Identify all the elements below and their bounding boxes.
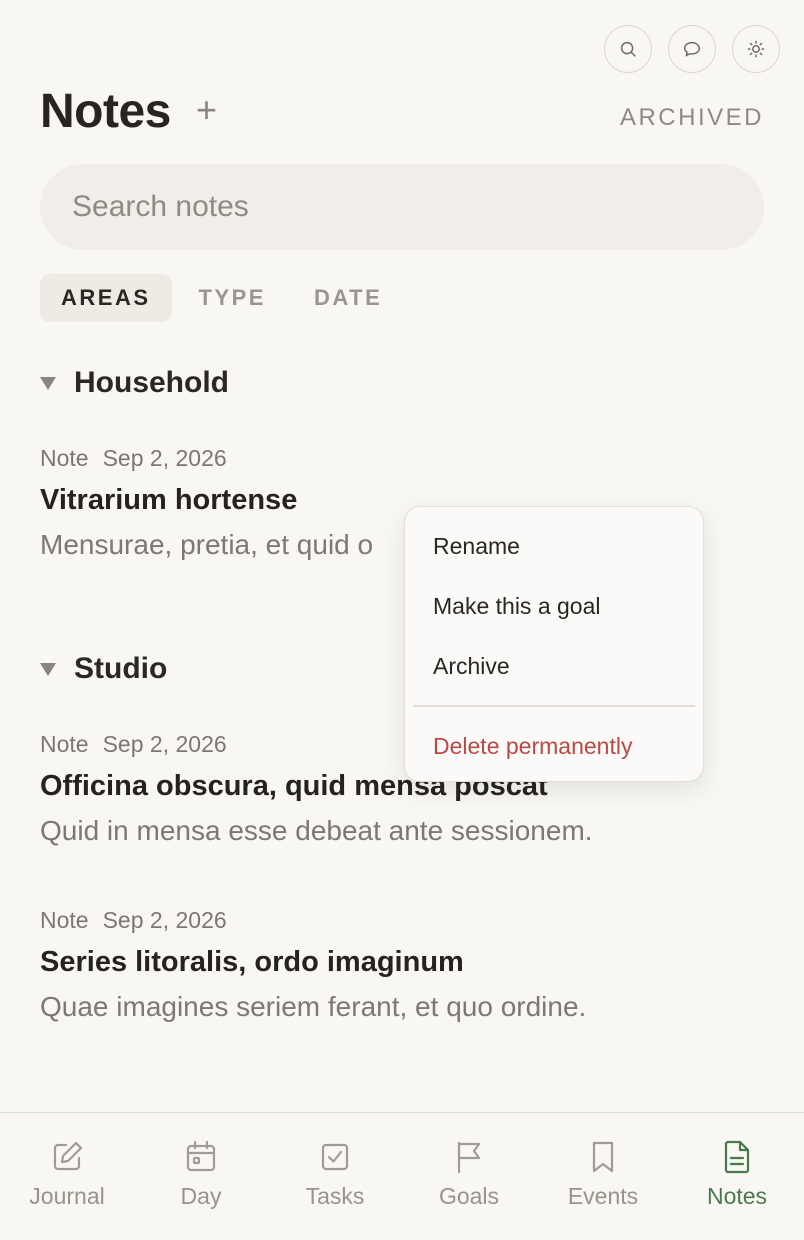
- menu-item-rename[interactable]: Rename: [433, 533, 520, 560]
- note-date: Sep 2, 2026: [102, 445, 227, 471]
- menu-item-delete[interactable]: Delete permanently: [433, 733, 632, 760]
- nav-label: Tasks: [305, 1183, 365, 1209]
- nav-label: Journal: [29, 1183, 105, 1209]
- collapse-triangle-icon: [40, 376, 56, 390]
- add-note-button[interactable]: +: [196, 90, 217, 130]
- calendar-icon: [186, 1140, 216, 1172]
- tab-date[interactable]: DATE: [293, 274, 403, 322]
- note-type: Note: [40, 731, 89, 757]
- nav-label: Events: [567, 1183, 639, 1209]
- menu-divider: [413, 705, 695, 707]
- pencil-square-icon: [53, 1141, 83, 1171]
- section-header-studio[interactable]: Studio: [40, 652, 167, 686]
- search-button[interactable]: [604, 25, 652, 73]
- nav-label: Goals: [438, 1183, 500, 1209]
- nav-label: Notes: [706, 1183, 768, 1209]
- page-header: Notes + ARCHIVED: [40, 84, 764, 144]
- nav-tasks[interactable]: Tasks: [268, 1113, 402, 1240]
- nav-goals[interactable]: Goals: [402, 1113, 536, 1240]
- theme-toggle-button[interactable]: [732, 25, 780, 73]
- menu-item-make-goal[interactable]: Make this a goal: [433, 593, 600, 620]
- note-item[interactable]: Note Sep 2, 2026 Series litoralis, ordo …: [40, 907, 760, 1023]
- nav-notes[interactable]: Notes: [670, 1113, 804, 1240]
- nav-label: Day: [180, 1183, 222, 1209]
- note-meta: Note Sep 2, 2026: [40, 907, 760, 934]
- search-input[interactable]: [40, 164, 764, 250]
- archived-button[interactable]: ARCHIVED: [620, 104, 764, 132]
- nav-day[interactable]: Day: [134, 1113, 268, 1240]
- menu-item-archive[interactable]: Archive: [433, 653, 510, 680]
- note-preview: Quid in mensa esse debeat ante sessionem…: [40, 815, 593, 846]
- note-type: Note: [40, 907, 89, 933]
- note-context-menu: Rename Make this a goal Archive Delete p…: [404, 506, 704, 782]
- filter-tabs: AREAS TYPE DATE: [40, 274, 403, 322]
- top-toolbar: [604, 25, 780, 73]
- note-date: Sep 2, 2026: [102, 731, 227, 757]
- page-title: Notes: [40, 85, 171, 138]
- checkbox-icon: [321, 1143, 349, 1171]
- document-icon: [724, 1140, 750, 1174]
- section-header-household[interactable]: Household: [40, 366, 229, 400]
- note-meta: Note Sep 2, 2026: [40, 445, 760, 472]
- collapse-triangle-icon: [40, 662, 56, 676]
- note-title: Series litoralis, ordo imaginum: [40, 946, 464, 978]
- tab-type[interactable]: TYPE: [178, 274, 287, 322]
- nav-journal[interactable]: Journal: [0, 1113, 134, 1240]
- flag-icon: [457, 1141, 481, 1174]
- chat-button[interactable]: [668, 25, 716, 73]
- section-title: Household: [74, 366, 229, 399]
- note-preview: Quae imagines seriem ferant, et quo ordi…: [40, 991, 587, 1022]
- chat-bubble-icon: [683, 41, 701, 57]
- bottom-nav: Journal Day Tasks Goals Events Notes: [0, 1112, 804, 1240]
- tab-areas[interactable]: AREAS: [40, 274, 172, 322]
- bookmark-icon: [592, 1141, 614, 1173]
- section-title: Studio: [74, 652, 168, 685]
- note-date: Sep 2, 2026: [102, 907, 227, 933]
- search-icon: [620, 41, 636, 57]
- nav-events[interactable]: Events: [536, 1113, 670, 1240]
- note-type: Note: [40, 445, 89, 471]
- sun-icon: [747, 40, 765, 58]
